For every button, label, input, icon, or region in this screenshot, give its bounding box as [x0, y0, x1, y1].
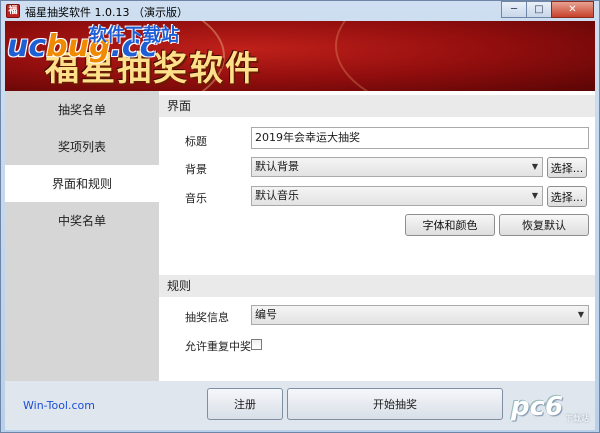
- sidebar-nav: 抽奖名单 奖项列表 界面和规则 中奖名单: [5, 91, 159, 381]
- chevron-down-icon: ▼: [531, 162, 538, 171]
- website-link[interactable]: Win-Tool.com: [23, 399, 95, 412]
- chevron-down-icon: ▼: [577, 310, 584, 319]
- background-choose-button[interactable]: 选择...: [547, 157, 587, 178]
- watermark-subtitle: 软件下载站: [89, 25, 179, 46]
- app-window: 福 福星抽奖软件 1.0.13 （演示版） ─ □ ✕ 福星抽奖软件 ucbug…: [0, 0, 600, 433]
- window-title: 福星抽奖软件 1.0.13 （演示版）: [25, 6, 188, 19]
- register-button[interactable]: 注册: [207, 388, 283, 420]
- chevron-down-icon: ▼: [531, 191, 538, 200]
- pc6-logo-text: pc6: [511, 392, 564, 422]
- rules-section-header: 规则: [159, 275, 595, 297]
- footer-bar: Win-Tool.com 注册 开始抽奖 pc6 下载站: [5, 381, 595, 430]
- window-controls: ─ □ ✕: [501, 1, 594, 19]
- background-select-value: 默认背景: [255, 160, 299, 173]
- interface-section-header: 界面: [159, 95, 595, 117]
- title-label: 标题: [185, 135, 207, 148]
- draw-info-select[interactable]: 编号 ▼: [251, 305, 589, 325]
- allow-repeat-checkbox[interactable]: [251, 339, 262, 350]
- app-icon: 福: [6, 4, 20, 18]
- maximize-button[interactable]: □: [526, 1, 552, 18]
- pc6-logo-subtitle: 下载站: [565, 414, 589, 423]
- app-banner: 福星抽奖软件 ucbug.cc 软件下载站: [5, 21, 595, 91]
- music-select-value: 默认音乐: [255, 189, 299, 202]
- minimize-icon: ─: [510, 4, 518, 15]
- maximize-icon: □: [534, 4, 544, 15]
- music-select[interactable]: 默认音乐 ▼: [251, 186, 543, 206]
- sidebar-item-draw-list[interactable]: 抽奖名单: [5, 91, 159, 128]
- close-button[interactable]: ✕: [551, 1, 594, 18]
- allow-repeat-label: 允许重复中奖: [185, 340, 251, 353]
- pc6-watermark: pc6 下载站: [509, 386, 589, 426]
- background-label: 背景: [185, 163, 207, 176]
- minimize-button[interactable]: ─: [501, 1, 527, 18]
- restore-default-button[interactable]: 恢复默认: [499, 214, 589, 236]
- close-icon: ✕: [568, 4, 577, 15]
- draw-info-label: 抽奖信息: [185, 311, 229, 324]
- start-draw-button[interactable]: 开始抽奖: [287, 388, 503, 420]
- watermark-uc: uc: [7, 29, 47, 64]
- music-label: 音乐: [185, 192, 207, 205]
- title-bar[interactable]: 福 福星抽奖软件 1.0.13 （演示版） ─ □ ✕: [1, 1, 599, 21]
- font-color-button[interactable]: 字体和颜色: [405, 214, 495, 236]
- banner-decoration: [335, 21, 595, 91]
- sidebar-item-winner-list[interactable]: 中奖名单: [5, 202, 159, 239]
- title-input[interactable]: 2019年会幸运大抽奖: [251, 127, 589, 149]
- music-choose-button[interactable]: 选择...: [547, 186, 587, 207]
- background-select[interactable]: 默认背景 ▼: [251, 157, 543, 177]
- draw-info-select-value: 编号: [255, 308, 277, 321]
- sidebar-item-interface-rules[interactable]: 界面和规则: [5, 165, 159, 202]
- sidebar-item-prize-list[interactable]: 奖项列表: [5, 128, 159, 165]
- settings-panel: 界面 标题 2019年会幸运大抽奖 背景 默认背景 ▼ 选择... 音乐 默认音…: [159, 91, 595, 381]
